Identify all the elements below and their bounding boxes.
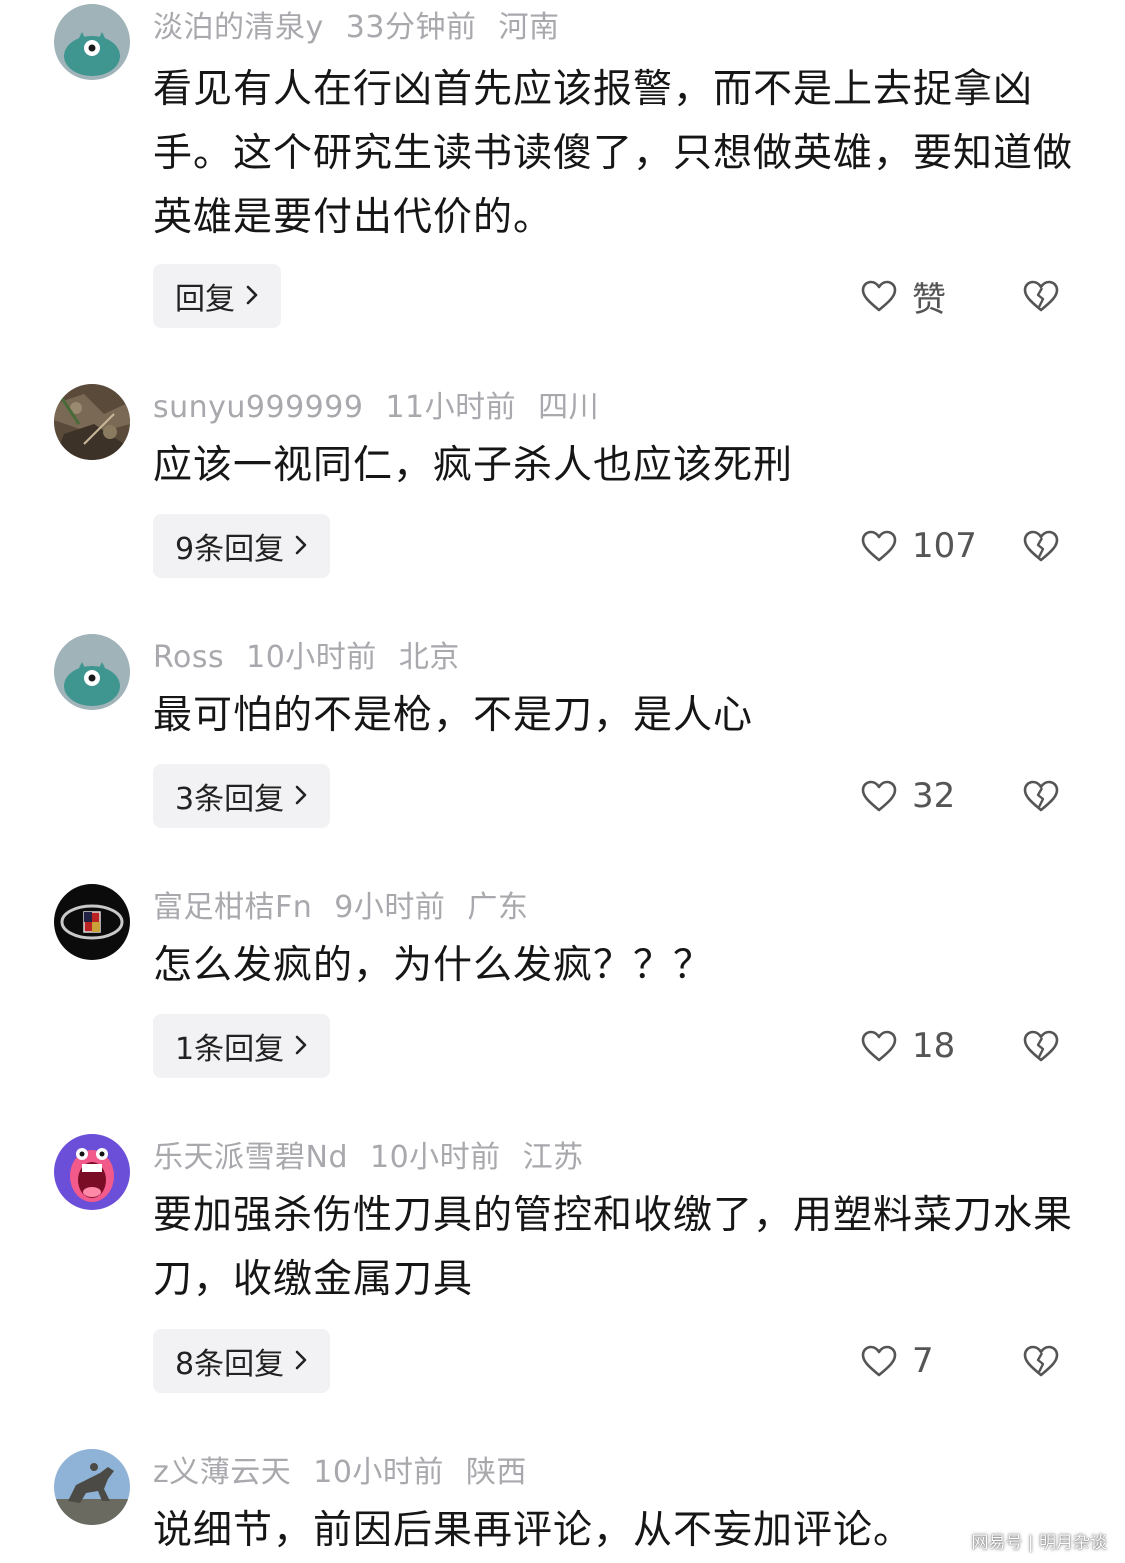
photo-leaves-avatar-icon bbox=[54, 384, 130, 460]
dislike-button[interactable] bbox=[1022, 1329, 1060, 1393]
comment-location: 北京 bbox=[398, 640, 460, 675]
comment-time: 11小时前 bbox=[385, 390, 517, 425]
avatar[interactable] bbox=[54, 1449, 130, 1525]
reply-label: 9条回复 bbox=[175, 532, 285, 567]
chevron-right-icon bbox=[294, 529, 308, 564]
avatar[interactable] bbox=[54, 4, 130, 80]
chevron-right-icon bbox=[294, 1029, 308, 1064]
comment-meta: sunyu999999 11小时前 四川 bbox=[153, 388, 621, 428]
teal-monster-avatar-icon bbox=[54, 634, 130, 710]
reply-label: 回复 bbox=[175, 282, 235, 317]
reply-button[interactable]: 3条回复 bbox=[153, 764, 331, 828]
dislike-button[interactable] bbox=[1022, 514, 1060, 578]
screaming-cartoon-avatar-icon bbox=[54, 1134, 130, 1210]
broken-heart-icon bbox=[1023, 280, 1059, 312]
comment-time: 9小时前 bbox=[334, 890, 446, 925]
heart-outline-icon bbox=[861, 1030, 897, 1062]
comment-meta: Ross 10小时前 北京 bbox=[153, 638, 482, 678]
comment-location: 江苏 bbox=[522, 1140, 584, 1175]
comment-time: 10小时前 bbox=[246, 640, 377, 675]
like-count: 107 bbox=[912, 526, 977, 566]
comment-text: 看见有人在行凶首先应该报警，而不是上去捉拿凶手。这个研究生读书读傻了，只想做英雄… bbox=[153, 67, 1074, 240]
comment-text: 怎么发疯的，为什么发疯？？？ bbox=[153, 943, 714, 988]
like-count: 7 bbox=[912, 1341, 934, 1381]
comment-text: 说细节，前因后果再评论，从不妄加评论。 bbox=[153, 1508, 914, 1553]
car-emblem-avatar-icon bbox=[54, 884, 130, 960]
comment-author[interactable]: 乐天派雪碧Nd bbox=[153, 1140, 348, 1175]
comment-author[interactable]: 富足柑桔Fn bbox=[153, 890, 312, 925]
comment-meta: 淡泊的清泉y 33分钟前 河南 bbox=[153, 8, 581, 48]
comment-location: 广东 bbox=[467, 890, 529, 925]
reply-button[interactable]: 8条回复 bbox=[153, 1329, 331, 1393]
avatar[interactable] bbox=[54, 634, 130, 710]
dislike-button[interactable] bbox=[1022, 1014, 1060, 1078]
dislike-button[interactable] bbox=[1022, 264, 1060, 328]
reply-button[interactable]: 9条回复 bbox=[153, 514, 331, 578]
like-button[interactable]: 32 bbox=[860, 764, 955, 828]
chevron-right-icon bbox=[294, 779, 308, 814]
comment-text: 应该一视同仁，疯子杀人也应该死刑 bbox=[153, 443, 794, 488]
comment-meta: 乐天派雪碧Nd 10小时前 江苏 bbox=[153, 1138, 606, 1178]
broken-heart-icon bbox=[1023, 1030, 1059, 1062]
comment-meta: 富足柑桔Fn 9小时前 广东 bbox=[153, 888, 550, 928]
reply-button[interactable]: 回复 bbox=[153, 264, 281, 328]
like-count: 18 bbox=[912, 1026, 956, 1066]
broken-heart-icon bbox=[1023, 780, 1059, 812]
broken-heart-icon bbox=[1023, 530, 1059, 562]
broken-heart-icon bbox=[1023, 1345, 1059, 1377]
like-button[interactable]: 107 bbox=[860, 514, 977, 578]
comment-meta: z义薄云天 10小时前 陕西 bbox=[153, 1453, 549, 1493]
comment-text: 最可怕的不是枪，不是刀，是人心 bbox=[153, 693, 754, 738]
reply-label: 8条回复 bbox=[175, 1347, 285, 1382]
like-count: 赞 bbox=[912, 279, 946, 320]
comment-location: 四川 bbox=[538, 390, 600, 425]
comment-author[interactable]: z义薄云天 bbox=[153, 1455, 291, 1490]
comment-author[interactable]: Ross bbox=[153, 640, 224, 675]
like-button[interactable]: 赞 bbox=[860, 264, 946, 328]
comment-location: 河南 bbox=[498, 10, 560, 45]
comment-location: 陕西 bbox=[465, 1455, 527, 1490]
comment-text: 要加强杀伤性刀具的管控和收缴了，用塑料菜刀水果刀，收缴金属刀具 bbox=[153, 1193, 1074, 1302]
comment-time: 10小时前 bbox=[313, 1455, 444, 1490]
avatar[interactable] bbox=[54, 1134, 130, 1210]
comment-time: 33分钟前 bbox=[345, 10, 477, 45]
reply-label: 1条回复 bbox=[175, 1032, 285, 1067]
watermark: 网易号 | 明月杂谈 bbox=[971, 1533, 1107, 1553]
chevron-right-icon bbox=[245, 279, 259, 314]
comment-time: 10小时前 bbox=[369, 1140, 501, 1175]
comment-author[interactable]: 淡泊的清泉y bbox=[153, 10, 324, 45]
dislike-button[interactable] bbox=[1022, 764, 1060, 828]
heart-outline-icon bbox=[861, 780, 897, 812]
teal-monster-avatar-icon bbox=[54, 4, 130, 80]
comment-author[interactable]: sunyu999999 bbox=[153, 390, 363, 425]
horse-statue-avatar-icon bbox=[54, 1449, 130, 1525]
heart-outline-icon bbox=[861, 1345, 897, 1377]
avatar[interactable] bbox=[54, 884, 130, 960]
chevron-right-icon bbox=[294, 1344, 308, 1379]
like-button[interactable]: 18 bbox=[860, 1014, 955, 1078]
like-button[interactable]: 7 bbox=[860, 1329, 934, 1393]
avatar[interactable] bbox=[54, 384, 130, 460]
heart-outline-icon bbox=[861, 530, 897, 562]
reply-button[interactable]: 1条回复 bbox=[153, 1014, 331, 1078]
like-count: 32 bbox=[912, 776, 956, 816]
heart-outline-icon bbox=[861, 280, 897, 312]
reply-label: 3条回复 bbox=[175, 782, 285, 817]
